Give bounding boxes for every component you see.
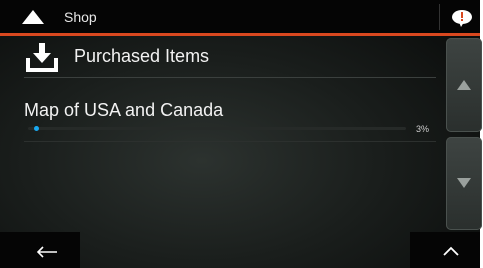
chat-bubble-icon[interactable] xyxy=(451,9,473,27)
purchased-items-header[interactable]: Purchased Items xyxy=(26,42,436,76)
scroll-up-button[interactable] xyxy=(446,38,482,132)
download-progress-bar xyxy=(28,126,406,131)
triangle-up-icon[interactable] xyxy=(21,9,45,25)
progress-indicator xyxy=(34,126,40,131)
page-title: Shop xyxy=(64,9,97,25)
download-tray-icon xyxy=(26,43,58,72)
divider xyxy=(24,77,436,78)
top-bar: Shop xyxy=(0,0,480,36)
shop-screen: Shop Purchased Items Map of USA and Cana… xyxy=(0,0,483,268)
map-name: Map of USA and Canada xyxy=(24,100,224,120)
chevron-up-icon[interactable] xyxy=(443,246,459,256)
progress-percent: 3% xyxy=(416,124,430,134)
divider xyxy=(24,141,436,142)
scroll-down-button[interactable] xyxy=(446,137,482,230)
accent-line xyxy=(0,33,480,36)
arrow-left-icon[interactable] xyxy=(36,246,58,258)
triangle-down-icon xyxy=(457,178,471,188)
list-item[interactable]: Map of USA and Canada 3% xyxy=(24,100,436,144)
divider xyxy=(439,4,440,30)
triangle-up-icon xyxy=(457,80,471,90)
purchased-items-label: Purchased Items xyxy=(74,46,210,66)
